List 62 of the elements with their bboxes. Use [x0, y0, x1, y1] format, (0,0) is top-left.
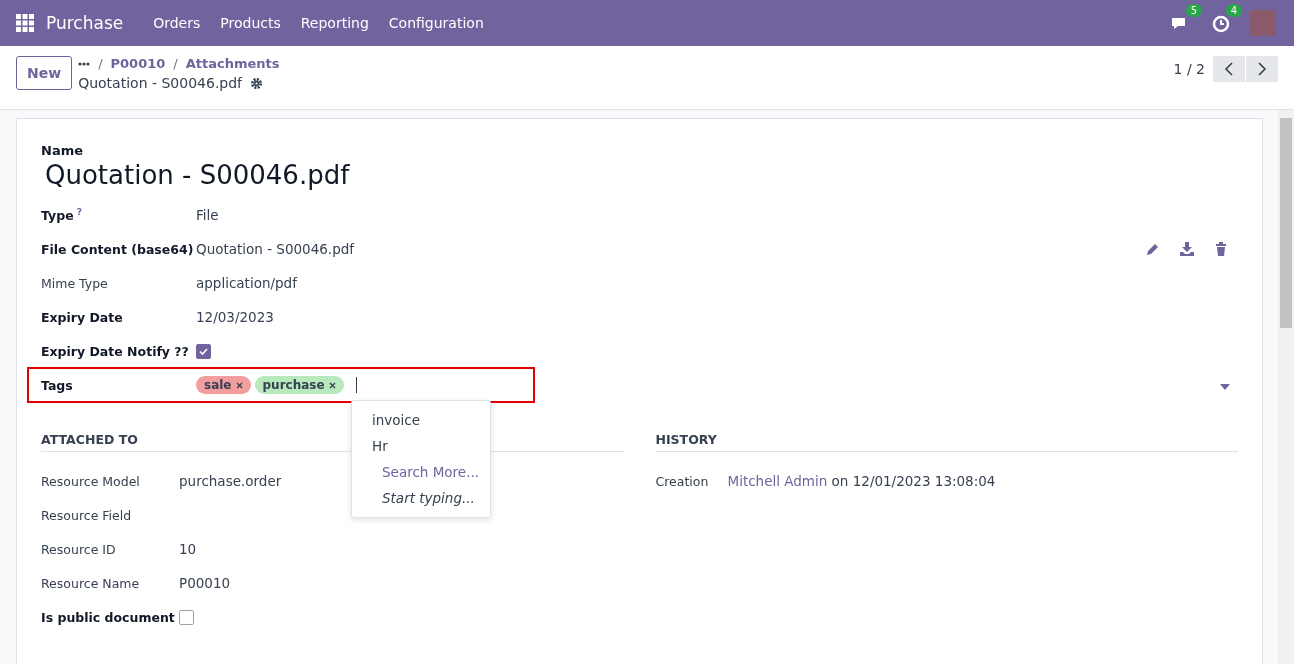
dropdown-item[interactable]: invoice	[352, 407, 490, 433]
field-label: Resource Field	[41, 507, 133, 523]
scrollbar-thumb[interactable]	[1280, 118, 1292, 328]
field-label: Resource Model	[41, 473, 141, 489]
field-value: File	[196, 207, 219, 223]
ellipsis-icon[interactable]	[78, 61, 91, 66]
field-label: Is public document	[41, 609, 176, 625]
field-label: Expiry Date	[41, 309, 124, 325]
name-value: Quotation - S00046.pdf	[45, 160, 351, 190]
menu-item[interactable]: Configuration	[378, 15, 494, 31]
checkbox[interactable]	[196, 343, 211, 359]
activity-count: 4	[1225, 4, 1242, 17]
remove-icon[interactable]	[328, 381, 336, 389]
download-icon[interactable]	[1180, 242, 1194, 256]
menu-item[interactable]: Orders	[143, 15, 211, 31]
menu-item[interactable]: Products	[210, 15, 291, 31]
dropdown-item[interactable]: Search More...	[352, 459, 490, 485]
field-value: application/pdf	[196, 275, 297, 291]
field-label: Mime Type	[41, 275, 109, 291]
field-label: File Content (base64)	[41, 241, 195, 257]
section-title: HISTORY	[655, 432, 1238, 452]
file-name: Quotation - S00046.pdf	[196, 241, 355, 257]
dropdown-item[interactable]: Hr	[352, 433, 490, 459]
pager-value: 1 / 2	[1173, 61, 1205, 77]
field-value: 10	[179, 541, 197, 557]
remove-icon[interactable]	[235, 381, 243, 389]
next-button[interactable]	[1246, 56, 1278, 82]
apps-menu-icon[interactable]	[16, 14, 34, 32]
dropdown-item: Start typing...	[381, 489, 476, 508]
checkbox[interactable]	[179, 609, 194, 625]
chevron-right-icon	[1257, 62, 1267, 76]
gear-icon[interactable]	[250, 76, 264, 90]
check-icon	[199, 346, 208, 356]
tag-chip[interactable]: purchase	[254, 376, 344, 394]
field-label: Creation	[655, 473, 710, 489]
breadcrumb-link[interactable]: Attachments	[185, 56, 280, 71]
breadcrumb-link[interactable]: P00010	[110, 56, 166, 71]
app-name[interactable]: Purchase	[46, 13, 124, 33]
message-count: 5	[1185, 4, 1202, 17]
field-label: Resource Name	[41, 575, 141, 591]
field-value: P00010	[179, 575, 231, 591]
breadcrumb-separator: /	[173, 56, 178, 71]
text-cursor	[355, 377, 357, 393]
field-label: Tags	[41, 377, 74, 393]
field-label: Expiry Date Notify ??	[41, 343, 190, 359]
record-title: Quotation - S00046.pdf	[78, 75, 243, 91]
menu-item[interactable]: Reporting	[290, 15, 379, 31]
trash-icon[interactable]	[1214, 242, 1228, 256]
caret-icon[interactable]	[1220, 384, 1230, 390]
previous-button[interactable]	[1213, 56, 1245, 82]
field-label: Name	[41, 143, 84, 158]
field-label: Resource ID	[41, 541, 117, 557]
new-button[interactable]: New	[16, 56, 73, 90]
creation-date: on 12/01/2023 13:08:04	[831, 473, 996, 489]
tag-chip[interactable]: sale	[196, 376, 251, 394]
breadcrumb-separator: /	[98, 56, 103, 71]
field-label: Type $^{?}$	[41, 206, 83, 224]
chevron-left-icon	[1224, 62, 1234, 76]
pencil-icon[interactable]	[1146, 242, 1160, 256]
field-value: purchase.order	[179, 473, 282, 489]
field-value: 12/03/2023	[196, 309, 274, 325]
author-link[interactable]: Mitchell Admin	[727, 473, 828, 489]
